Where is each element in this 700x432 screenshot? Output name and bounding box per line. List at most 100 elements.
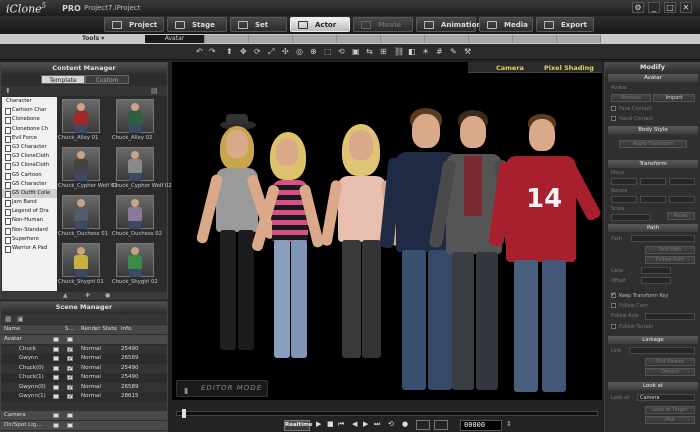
refresh-icon[interactable]: ⟲ <box>338 47 345 56</box>
minimize-button[interactable]: _ <box>648 2 660 13</box>
content-thumbnail[interactable] <box>62 195 100 229</box>
col-render-state[interactable]: Render State <box>81 326 117 332</box>
3d-viewport[interactable]: Camera Pixel Shading 14 ▮ EDITOR MODE <box>172 62 602 400</box>
select-checkbox[interactable] <box>67 337 73 342</box>
current-frame-field[interactable]: 00000 <box>460 420 502 431</box>
apply-transform-button[interactable]: Apply Transform <box>619 140 687 148</box>
redo-icon[interactable]: ↷ <box>209 47 216 56</box>
loop-icon[interactable]: ⟲ <box>388 420 394 428</box>
add-icon[interactable]: ✚ <box>85 292 90 299</box>
maximize-button[interactable]: □ <box>664 2 676 13</box>
select-checkbox[interactable] <box>67 345 73 354</box>
editor-mode-badge[interactable]: ▮ EDITOR MODE <box>176 380 268 397</box>
tree-item[interactable]: Jam Band <box>2 198 57 208</box>
offset-field[interactable] <box>641 277 671 284</box>
subtab-5[interactable] <box>337 35 381 43</box>
render-state[interactable]: Normal <box>81 364 101 373</box>
render-state[interactable]: Normal <box>81 345 101 354</box>
visible-checkbox[interactable] <box>53 422 59 428</box>
record-icon[interactable]: ● <box>402 420 408 428</box>
move-x-field[interactable] <box>611 178 637 185</box>
subtab-6[interactable] <box>381 35 425 43</box>
render-state[interactable]: Normal <box>81 354 101 363</box>
filter-icon[interactable]: ▦ <box>5 315 12 323</box>
link-field[interactable] <box>629 347 695 354</box>
import-button[interactable]: Import <box>653 94 695 102</box>
move-z-field[interactable] <box>669 178 695 185</box>
tools-dropdown[interactable]: Tools ▾ <box>82 35 104 42</box>
brush-icon[interactable]: ✎ <box>450 47 457 56</box>
shading-label[interactable]: Pixel Shading <box>544 64 594 72</box>
lock-icon[interactable]: ▣ <box>17 315 24 323</box>
visible-checkbox[interactable] <box>53 413 59 418</box>
tab-project[interactable]: Project <box>104 17 164 32</box>
face-contact-checkbox[interactable] <box>611 106 616 111</box>
tab-animation[interactable]: Animation <box>416 17 481 32</box>
col-show[interactable]: S... <box>65 326 74 332</box>
tree-item[interactable]: Superhero <box>2 235 57 244</box>
timeline-playhead[interactable] <box>182 409 186 418</box>
content-thumbnail[interactable] <box>116 243 154 277</box>
section-body-style[interactable]: Body Style <box>608 126 698 134</box>
scene-row[interactable]: Camera <box>1 411 167 420</box>
light-icon[interactable]: ☀ <box>422 47 429 56</box>
render-state[interactable]: Normal <box>81 373 101 382</box>
rotate-y-field[interactable] <box>640 196 666 203</box>
tree-item[interactable]: Warrior A Pad <box>2 244 57 254</box>
follow-axis-select[interactable] <box>645 313 695 320</box>
subtab-9[interactable] <box>513 35 557 43</box>
tab-template[interactable]: Template <box>41 75 85 84</box>
orbit-icon[interactable]: ◎ <box>296 47 303 56</box>
rotate-z-field[interactable] <box>669 196 695 203</box>
frame-icon[interactable]: ▣ <box>352 47 360 56</box>
follow-cam-checkbox[interactable] <box>611 303 616 308</box>
tree-item[interactable]: Cartoon Char <box>2 106 57 116</box>
visible-checkbox[interactable] <box>53 356 59 361</box>
visible-checkbox[interactable] <box>53 384 59 390</box>
camera-label[interactable]: Camera <box>496 64 524 72</box>
col-info[interactable]: Info <box>121 326 131 332</box>
move-icon[interactable]: ✥ <box>240 47 247 56</box>
section-transform[interactable]: Transform <box>608 160 698 168</box>
scene-row[interactable]: Gwynn(0) Normal 26589 <box>1 382 167 392</box>
frame-spinner-icon[interactable]: ⇕ <box>506 420 512 428</box>
tree-item[interactable]: Evil Force <box>2 134 57 143</box>
content-thumbnail[interactable] <box>116 195 154 229</box>
hand-contact-checkbox[interactable] <box>611 116 616 121</box>
select-checkbox[interactable] <box>67 422 73 428</box>
render-state[interactable]: Normal <box>81 392 101 401</box>
tree-item[interactable]: Clonebone Ch <box>2 125 57 134</box>
view-mode-icon[interactable]: ▤ <box>151 87 158 95</box>
scene-row[interactable]: Gwynn(1) Normal 28615 <box>1 392 167 401</box>
tree-item[interactable]: G5 Character <box>2 180 57 189</box>
section-avatar[interactable]: Avatar <box>608 74 698 82</box>
tree-item[interactable]: G3 Character <box>2 143 57 153</box>
tree-item[interactable]: Non-Standard <box>2 226 57 235</box>
scene-row[interactable]: Chuck(0) Normal 25490 <box>1 363 167 373</box>
scale-field[interactable] <box>611 214 651 221</box>
follow-terrain-checkbox[interactable] <box>611 324 616 329</box>
tree-item[interactable]: G3 CloneCloth <box>2 152 57 162</box>
tree-item[interactable]: G5 Cartoon <box>2 171 57 180</box>
visible-checkbox[interactable] <box>53 394 59 399</box>
select-checkbox[interactable] <box>67 392 73 401</box>
scene-row[interactable]: Gwynn Normal 26589 <box>1 354 167 363</box>
tab-export[interactable]: Export <box>536 17 594 32</box>
screen-icon[interactable] <box>416 420 430 430</box>
section-path[interactable]: Path <box>608 224 698 232</box>
zoom-icon[interactable]: ⊕ <box>310 47 317 56</box>
scene-row[interactable]: Dir/Spot Lig... <box>1 420 167 430</box>
subtab-10[interactable] <box>557 35 601 43</box>
section-look-at[interactable]: Look at <box>608 382 698 390</box>
content-thumbnail[interactable] <box>62 147 100 181</box>
content-thumbnail[interactable] <box>116 99 154 133</box>
content-thumbnail[interactable] <box>62 99 100 133</box>
subtab-7[interactable] <box>425 35 469 43</box>
look-at-select[interactable]: Camera <box>637 394 695 401</box>
scene-row[interactable]: Chuck(1) Normal 25490 <box>1 373 167 382</box>
pick-path-button[interactable]: Pick Path <box>645 246 695 254</box>
scene-row[interactable]: Chuck Normal 25490 <box>1 344 167 354</box>
subtab-8[interactable] <box>469 35 513 43</box>
grid-icon[interactable]: # <box>436 47 443 56</box>
pick-parent-button[interactable]: Pick Parent <box>645 358 695 366</box>
